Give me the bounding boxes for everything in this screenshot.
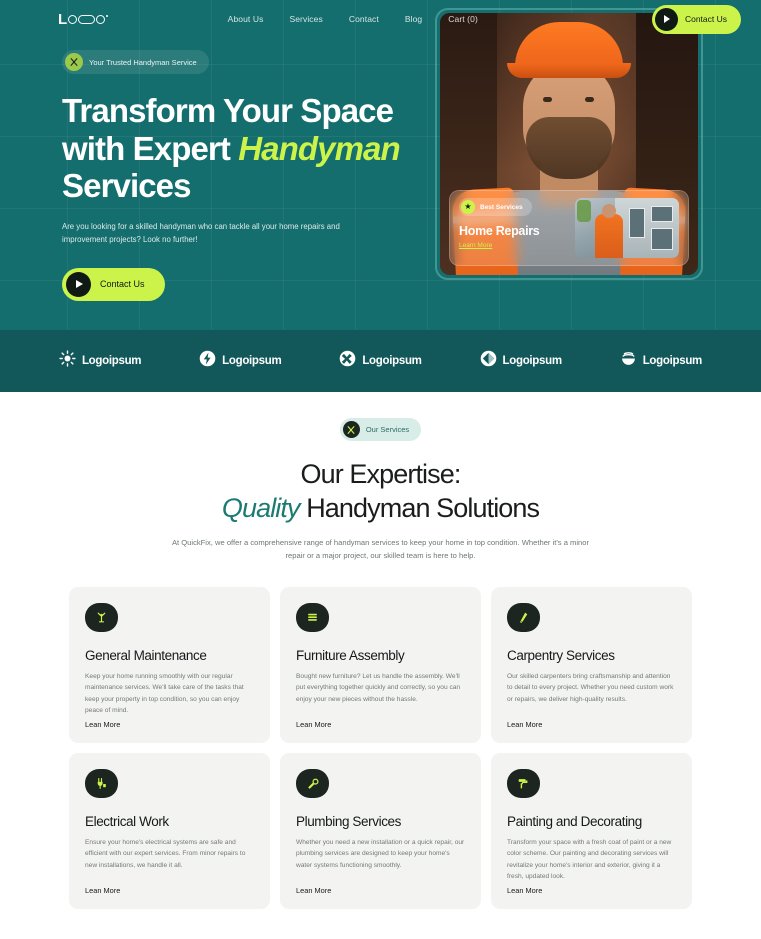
partner-logo-1-label: Logoipsum bbox=[81, 355, 142, 367]
service-card-description: Transform your space with a fresh coat o… bbox=[507, 838, 672, 881]
header-contact-us-button[interactable]: Contact Us bbox=[651, 4, 741, 34]
hero-section: L About Us Services Contact Blog Cart (0… bbox=[0, 0, 761, 330]
service-card-learn-more-link[interactable]: Lean More bbox=[85, 886, 254, 895]
service-card-description: Whether you need a new installation or a… bbox=[296, 838, 465, 869]
hero-subtitle: Are you looking for a skilled handyman w… bbox=[62, 221, 340, 244]
service-card-learn-more-link[interactable]: Lean More bbox=[85, 720, 254, 729]
service-card-title: Electrical Work bbox=[85, 813, 169, 829]
partner-logo-3-label: Logoipsum bbox=[362, 355, 422, 367]
service-card-learn-more-link[interactable]: Lean More bbox=[507, 886, 676, 895]
wave-bowl-icon bbox=[620, 350, 637, 372]
service-card-learn-more-link[interactable]: Lean More bbox=[296, 886, 465, 895]
furniture-icon bbox=[296, 602, 329, 632]
saw-icon bbox=[507, 602, 540, 632]
hero-title-line-3: Services bbox=[62, 167, 191, 205]
partner-logo-4: Logoipsum bbox=[480, 350, 562, 372]
partner-logo-2-label: Logoipsum bbox=[222, 355, 282, 367]
service-card-description: Ensure your home's electrical systems ar… bbox=[85, 838, 246, 869]
our-services-badge: Our Services bbox=[339, 418, 422, 441]
bolt-icon bbox=[199, 350, 216, 372]
services-title: Our Expertise: Quality Handyman Solution… bbox=[0, 457, 761, 525]
services-title-line-2-rest: Handyman Solutions bbox=[299, 493, 540, 524]
play-arrow-icon bbox=[654, 7, 678, 31]
main-navigation: About Us Services Contact Blog Cart (0) bbox=[228, 14, 478, 24]
service-card[interactable]: General Maintenance Keep your home runni… bbox=[69, 586, 270, 743]
tools-icon bbox=[65, 53, 83, 71]
nav-item-contact[interactable]: Contact bbox=[349, 14, 379, 24]
service-card-title: Plumbing Services bbox=[296, 813, 401, 829]
site-header: L About Us Services Contact Blog Cart (0… bbox=[0, 0, 761, 38]
service-card-title: Painting and Decorating bbox=[507, 813, 642, 829]
nav-item-about-us[interactable]: About Us bbox=[228, 14, 264, 24]
service-card-description: Keep your home running smoothly with our… bbox=[85, 672, 244, 715]
nav-item-cart[interactable]: Cart (0) bbox=[448, 14, 478, 24]
service-card[interactable]: Plumbing Services Whether you need a new… bbox=[280, 752, 481, 909]
hero-title-highlight: Handyman bbox=[238, 129, 400, 167]
site-logo[interactable]: L bbox=[58, 12, 108, 27]
partner-logo-2: Logoipsum bbox=[199, 350, 282, 372]
partner-logo-3: Logoipsum bbox=[339, 350, 422, 372]
partner-logo-strip: Logoipsum Logoipsum Logoipsum Logoipsum … bbox=[0, 330, 761, 392]
hero-badge: Your Trusted Handyman Service bbox=[62, 50, 209, 74]
header-contact-us-label: Contact Us bbox=[684, 14, 727, 24]
nav-item-services[interactable]: Services bbox=[289, 14, 322, 24]
partner-logo-5: Logoipsum bbox=[620, 350, 702, 372]
service-card-learn-more-link[interactable]: Lean More bbox=[507, 720, 676, 729]
play-arrow-icon bbox=[66, 271, 91, 297]
service-card[interactable]: Painting and Decorating Transform your s… bbox=[491, 752, 692, 909]
hero-title: Transform Your Space with Expert Handyma… bbox=[62, 92, 420, 205]
service-card-learn-more-link[interactable]: Lean More bbox=[296, 720, 465, 729]
our-services-label: Our Services bbox=[365, 425, 410, 434]
service-card-description: Our skilled carpenters bring craftsmansh… bbox=[507, 672, 674, 703]
hero-contact-us-button[interactable]: Contact Us bbox=[62, 267, 165, 301]
hero-body: Your Trusted Handyman Service Transform … bbox=[0, 38, 761, 301]
services-title-line-1: Our Expertise: bbox=[300, 459, 462, 489]
logo-mark-icon: L bbox=[58, 12, 108, 27]
service-card[interactable]: Electrical Work Ensure your home's elect… bbox=[69, 752, 270, 909]
paint-roller-icon bbox=[507, 768, 540, 798]
sun-icon bbox=[59, 350, 76, 372]
hero-content: Your Trusted Handyman Service Transform … bbox=[0, 50, 420, 301]
tools-icon bbox=[85, 602, 118, 632]
service-card-title: Furniture Assembly bbox=[296, 647, 405, 663]
service-card-description: Bought new furniture? Let us handle the … bbox=[296, 672, 461, 703]
services-section: Our Services Our Expertise: Quality Hand… bbox=[0, 392, 761, 909]
service-card[interactable]: Carpentry Services Our skilled carpenter… bbox=[491, 586, 692, 743]
hero-contact-us-label: Contact Us bbox=[100, 279, 145, 290]
service-card[interactable]: Furniture Assembly Bought new furniture?… bbox=[280, 586, 481, 743]
service-card-title: General Maintenance bbox=[85, 647, 207, 663]
tools-icon bbox=[342, 421, 360, 438]
services-title-highlight: Quality bbox=[221, 493, 301, 524]
services-card-grid: General Maintenance Keep your home runni… bbox=[0, 586, 761, 909]
wrench-icon bbox=[296, 768, 329, 798]
partner-logo-1: Logoipsum bbox=[59, 350, 142, 372]
hero-title-line-1: Transform Your Space bbox=[62, 92, 394, 129]
diamond-icon bbox=[480, 350, 497, 372]
service-card-title: Carpentry Services bbox=[507, 647, 615, 663]
hero-title-line-2-prefix: with Expert bbox=[62, 129, 239, 167]
plug-icon bbox=[85, 768, 118, 798]
cross-circle-icon bbox=[339, 350, 356, 372]
nav-item-blog[interactable]: Blog bbox=[405, 14, 422, 24]
page-root: L About Us Services Contact Blog Cart (0… bbox=[0, 0, 761, 939]
services-subtitle: At QuickFix, we offer a comprehensive ra… bbox=[171, 538, 590, 560]
hero-badge-label: Your Trusted Handyman Service bbox=[89, 57, 197, 67]
partner-logo-5-label: Logoipsum bbox=[642, 355, 703, 367]
partner-logo-4-label: Logoipsum bbox=[502, 355, 563, 367]
